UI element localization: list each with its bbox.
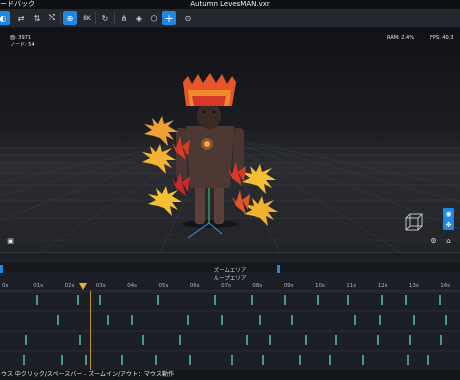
tick-label: 13s (408, 283, 419, 289)
status-bar: ウス 中クリック/スペースバー - ズームイン/アウト：マウス動作 (0, 370, 460, 380)
tick-label: 10s (315, 283, 325, 289)
tick-label: 14s (440, 283, 451, 289)
stats-faces: 面: 3971 (10, 35, 31, 41)
camera-icon[interactable]: ▣ (5, 235, 16, 246)
cube-button[interactable]: ⬡ (147, 11, 161, 25)
tick-label: 08s (252, 283, 263, 289)
zoom-area-label: ズームエリア (213, 268, 247, 274)
tick-label: 03s (95, 283, 106, 289)
toolbar-divider (60, 12, 61, 24)
view-mode-eye-icon[interactable]: ◉ (443, 208, 454, 219)
toolbar-divider (114, 12, 115, 24)
refresh-button[interactable]: ↻ (98, 11, 112, 25)
fps-readout: FPS: 40.3 (430, 35, 454, 41)
resolution-button[interactable]: 8K (80, 11, 94, 25)
tick-label: 02s (64, 283, 75, 289)
shuffle-button[interactable]: ⤭ (45, 11, 59, 25)
scene-canvas[interactable] (0, 28, 460, 252)
target-button[interactable]: ⊙ (181, 11, 195, 25)
right-leaf-bunch (228, 162, 278, 226)
hierarchy-button[interactable]: ⋔ (117, 11, 131, 25)
tick-label: 11s (346, 283, 357, 289)
tick-label: 09s (283, 283, 294, 289)
toolbar-divider (95, 12, 96, 24)
zoom-tool-button[interactable]: ⊕ (63, 11, 77, 25)
view-cube (405, 213, 423, 231)
tick-label: 12s (377, 283, 388, 289)
window-title: Autumn LevesMAN.vxr (190, 0, 270, 8)
ram-readout: RAM: 2.4% (387, 35, 414, 41)
view-mode-move-icon[interactable]: ✥ (443, 219, 454, 230)
keyframe-tracks[interactable] (0, 291, 460, 371)
sort-button[interactable]: ⇅ (30, 11, 44, 25)
keyframes (23, 295, 447, 365)
timeline-panel[interactable]: ズームエリア ループエリア 0s 01s 02s 03s 04s 05s 06s 07s 08s… (0, 252, 460, 371)
tick-label: 01s (33, 283, 44, 289)
lock-icon[interactable]: ⌂ (443, 235, 454, 246)
playhead-marker-icon[interactable] (79, 283, 87, 290)
title-bar: ードバック Autumn LevesMAN.vxr (0, 0, 460, 9)
app-menu-button[interactable]: ◐ (0, 11, 10, 25)
tick-label: 06s (189, 283, 200, 289)
3d-viewport[interactable]: 面: 3971 ノード: 54 RAM: 2.4% FPS: 40.3 ◉ ✥ … (0, 28, 460, 252)
settings-gear-icon[interactable]: ⚙ (428, 235, 439, 246)
swap-button[interactable]: ⇄ (14, 11, 28, 25)
tick-label: 0s (2, 283, 9, 289)
character-model (142, 73, 278, 239)
tick-label: 04s (127, 283, 138, 289)
stats-nodes: ノード: 54 (10, 42, 35, 48)
object-button[interactable]: ◈ (132, 11, 146, 25)
main-toolbar: ◐ ⇄ ⇅ ⤭ ⊕ 8K ↻ ⋔ ◈ ⬡ + ⊙ (0, 9, 460, 28)
tick-label: 07s (221, 283, 231, 289)
track-dividers (0, 291, 460, 352)
add-button[interactable]: + (162, 11, 176, 25)
tick-label: 05s (158, 283, 169, 289)
